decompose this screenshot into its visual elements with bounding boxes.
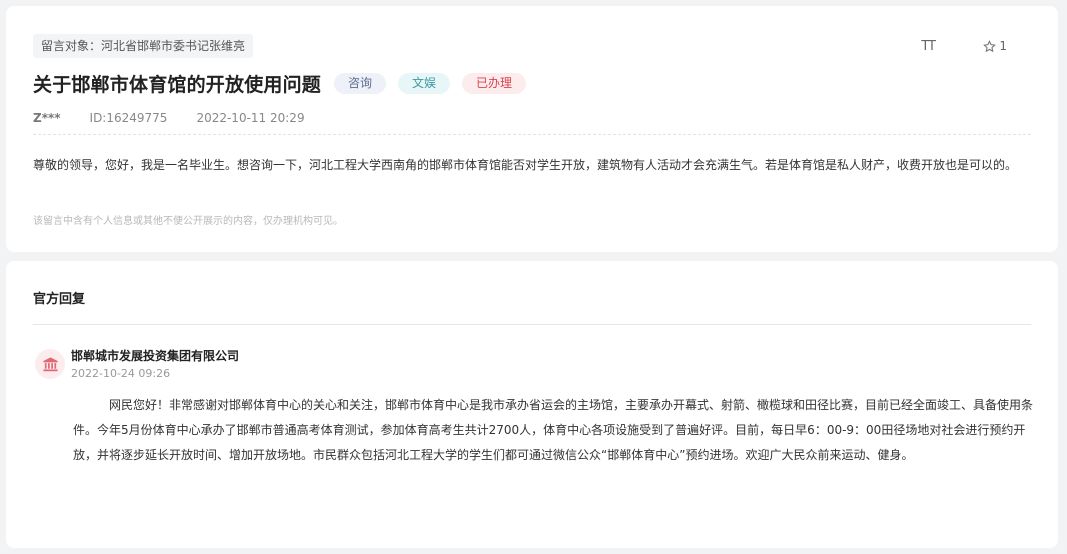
message-target-tag: 留言对象：河北省邯郸市委书记张维亮 <box>33 34 254 58</box>
message-id: ID:16249775 <box>89 111 168 125</box>
font-size-icon: TT <box>921 39 936 54</box>
org-name: 邯郸城市发展投资集团有限公司 <box>71 349 240 363</box>
font-size-toggle[interactable]: TT <box>921 39 936 54</box>
org-time: 2022-10-24 09:26 <box>71 367 171 380</box>
message-card: 留言对象：河北省邯郸市委书记张维亮 TT 1 关于邯郸市体育馆的开放使用问题 咨… <box>6 6 1058 252</box>
favorite-button[interactable]: 1 <box>983 39 1007 53</box>
page-title: 关于邯郸市体育馆的开放使用问题 <box>33 74 322 96</box>
tag-culture[interactable]: 文娱 <box>398 73 451 94</box>
divider <box>33 324 1031 325</box>
reply-card: 官方回复 邯郸城市发展投资集团有限公司 2022-10-24 09:26 网民您… <box>6 261 1058 548</box>
status-badge: 已办理 <box>462 73 527 94</box>
message-body: 尊敬的领导，您好，我是一名毕业生。想咨询一下，河北工程大学西南角的邯郸市体育馆能… <box>33 158 1018 172</box>
title-row: 关于邯郸市体育馆的开放使用问题 咨询 文娱 已办理 <box>33 70 527 97</box>
avatar <box>35 349 65 379</box>
favorite-count: 1 <box>999 39 1007 53</box>
bank-building-icon <box>42 356 58 371</box>
message-meta: Z*** ID:16249775 2022-10-11 20:29 <box>33 111 305 125</box>
message-datetime: 2022-10-11 20:29 <box>196 111 305 125</box>
star-icon <box>983 39 997 52</box>
reply-body: 网民您好！非常感谢对邯郸体育中心的关心和关注，邯郸市体育中心是我市承办省运会的主… <box>73 398 1034 462</box>
reply-section-title: 官方回复 <box>33 292 86 307</box>
divider <box>33 134 1031 135</box>
tag-consult[interactable]: 咨询 <box>334 73 387 94</box>
privacy-note: 该留言中含有个人信息或其他不便公开展示的内容，仅办理机构可见。 <box>33 216 343 227</box>
message-user: Z*** <box>33 111 61 125</box>
